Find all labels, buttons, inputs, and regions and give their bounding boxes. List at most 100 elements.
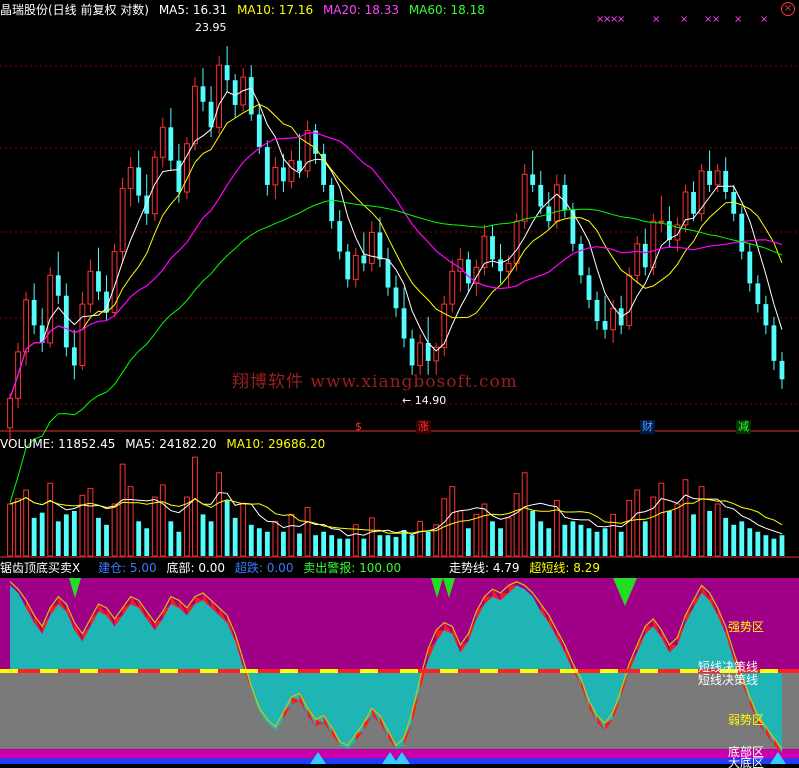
signal-rise: 涨 — [416, 420, 431, 434]
signal-dollar: $ — [355, 420, 362, 433]
volume-bar — [755, 531, 761, 556]
volume-bar — [723, 517, 729, 556]
signal-finance: 财 — [640, 420, 655, 434]
candle-body — [7, 397, 13, 429]
indicator-dibu: 底部: 0.00 — [166, 561, 226, 575]
volume-bar — [304, 506, 311, 557]
candle-body — [79, 303, 86, 366]
stock-chart-window: { "colors": { "background": "#000000", "… — [0, 0, 799, 768]
volume-bar — [47, 482, 54, 557]
volume-bar — [674, 503, 681, 557]
volume-bar — [168, 521, 174, 556]
volume-bar — [513, 493, 520, 557]
signal-mark-9: × — [760, 14, 768, 25]
volume-bar — [127, 486, 134, 557]
indicator-sell-alert: 卖出警报: 100.00 — [303, 561, 402, 575]
candle-body — [634, 243, 641, 276]
volume-bar — [409, 535, 415, 556]
zone-big-bottom-label: 大底区 — [728, 756, 765, 768]
candle-body — [626, 274, 633, 326]
volume-label: VOLUME: 11852.45 — [0, 437, 116, 451]
volume-ma10-line — [9, 497, 783, 534]
candle-body — [176, 160, 182, 192]
candle-body — [31, 299, 37, 326]
volume-bar — [272, 520, 279, 557]
candle-body — [281, 167, 286, 182]
candle-body — [763, 304, 769, 326]
candle-body — [256, 114, 262, 148]
candle-body — [329, 184, 335, 222]
volume-bar — [111, 503, 118, 557]
volume-bar — [55, 521, 61, 556]
watermark: 翔博软件 www.xiangbosoft.com — [232, 372, 518, 392]
volume-bar — [707, 510, 713, 556]
volume-bar — [578, 524, 584, 556]
candle-body — [465, 259, 471, 284]
volume-bar — [682, 479, 689, 557]
volume-bar — [313, 535, 318, 556]
volume-bar — [739, 521, 745, 556]
volume-bar — [15, 498, 21, 557]
candle-body — [417, 342, 424, 366]
volume-bar — [216, 472, 223, 557]
volume-ma5-line — [9, 492, 783, 537]
volume-bar — [618, 531, 624, 556]
candle-body — [739, 213, 745, 252]
candle-body — [714, 170, 721, 186]
candle-body — [538, 184, 544, 207]
signal-mark-7: × — [712, 14, 720, 25]
volume-bar — [136, 521, 142, 556]
volume-bar — [610, 513, 617, 557]
volume-bar — [208, 521, 214, 556]
volume-bar — [642, 521, 648, 556]
signal-mark-4: × — [652, 14, 660, 25]
volume-bar — [329, 535, 335, 556]
candle-body — [55, 275, 61, 296]
volume-bar — [698, 486, 705, 557]
signal-mark-8: × — [734, 14, 742, 25]
volume-bar — [626, 500, 633, 557]
candle-body — [377, 232, 383, 260]
volume-bar — [96, 517, 101, 556]
candle-body — [264, 147, 270, 185]
volume-bar — [771, 538, 777, 556]
volume-bar — [666, 510, 672, 556]
volume-bar — [691, 514, 696, 556]
candle-body — [345, 251, 351, 280]
volume-bar — [425, 531, 431, 556]
candle-body — [513, 220, 520, 264]
volume-bar — [658, 482, 665, 557]
volume-bar — [144, 528, 150, 556]
candle-body — [361, 255, 367, 264]
candle-body — [658, 220, 665, 223]
candle-body — [297, 160, 302, 171]
zone-weak-label: 弱势区 — [728, 713, 765, 727]
close-icon[interactable]: × — [781, 2, 795, 16]
candle-body — [63, 295, 69, 348]
volume-bar — [731, 524, 737, 556]
low-price-label: ← 14.90 — [402, 394, 447, 407]
candle-body — [586, 275, 592, 300]
candle-body — [553, 184, 560, 222]
candle-body — [779, 360, 785, 380]
candle-body — [425, 342, 431, 361]
volume-bar — [747, 528, 753, 556]
candle-body — [87, 270, 94, 305]
volume-bar — [159, 484, 166, 557]
volume-bar — [192, 456, 198, 557]
volume-bar — [562, 524, 568, 556]
high-price-label: 23.95 — [195, 21, 227, 34]
zone-strong-label: 强势区 — [728, 620, 765, 634]
candle-body — [168, 127, 174, 161]
volume-bar — [39, 512, 45, 556]
volume-panel-header: VOLUME: 11852.45 MA5: 24182.20 MA10: 296… — [0, 436, 331, 453]
candle-body — [337, 221, 343, 252]
candle-body — [159, 126, 166, 158]
indicator-chaodie: 超跌: 0.00 — [234, 561, 294, 575]
volume-bar — [345, 538, 351, 556]
indicator-name: 锯齿顶底买卖X — [0, 561, 81, 575]
volume-bar — [490, 521, 495, 556]
candle-body — [521, 173, 528, 222]
signal-mark-3: × — [617, 14, 625, 25]
volume-bar — [602, 528, 608, 556]
